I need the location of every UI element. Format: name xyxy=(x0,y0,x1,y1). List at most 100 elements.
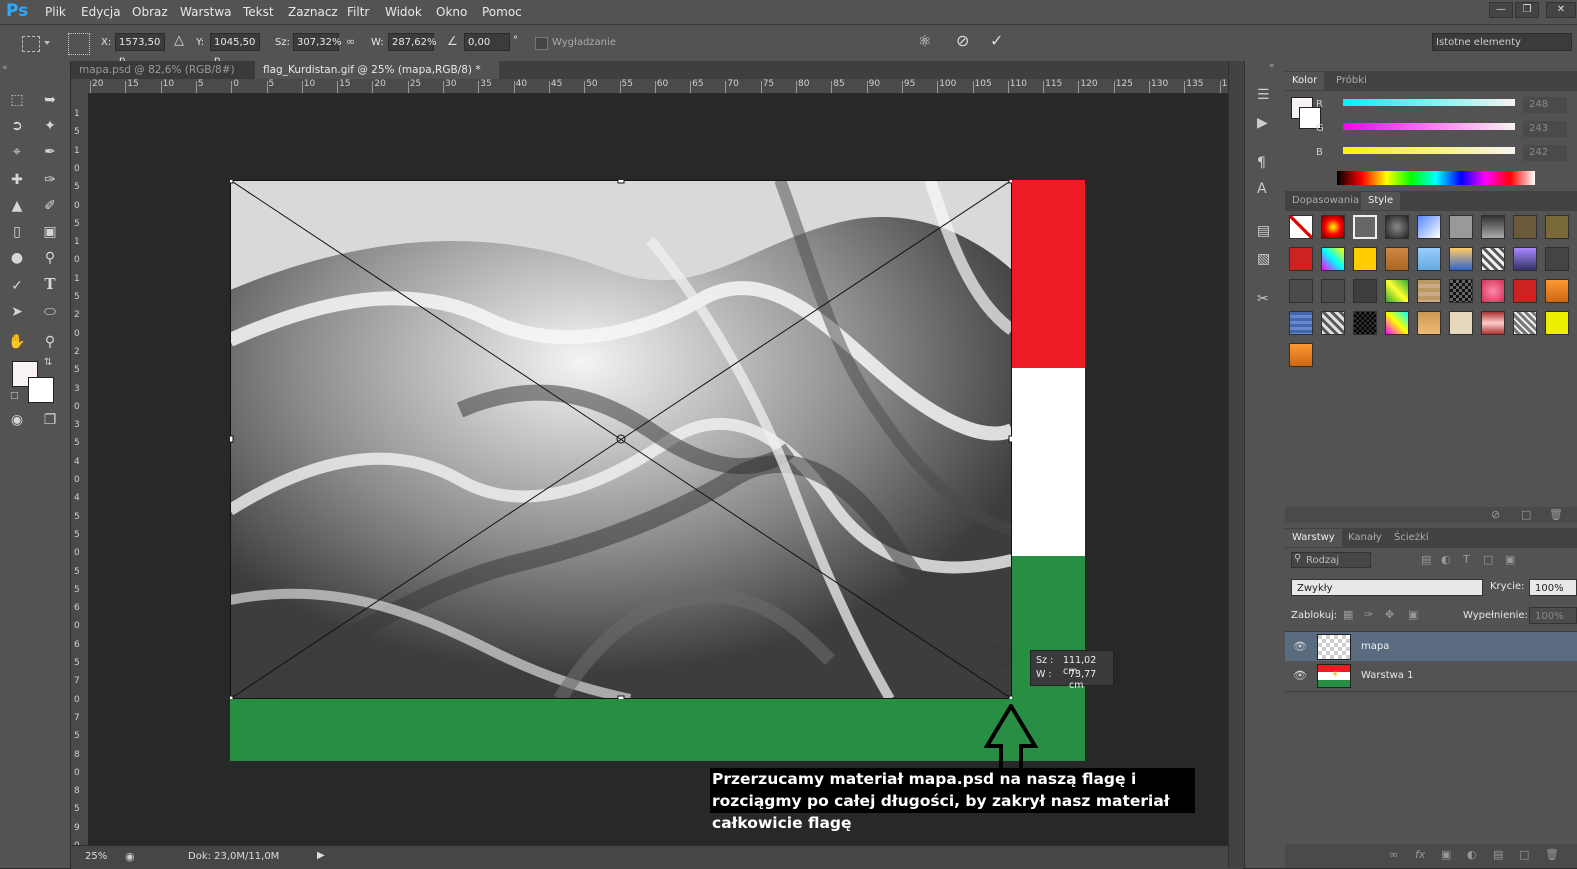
r-slider[interactable] xyxy=(1343,99,1515,106)
layer-kind-filter[interactable]: Rodzaj xyxy=(1291,552,1371,568)
cancel-transform-icon[interactable]: ⊘ xyxy=(956,31,969,50)
style-preset-swatch[interactable] xyxy=(1417,215,1441,239)
new-style-icon[interactable]: □ xyxy=(1521,508,1531,521)
adjustment-layer-icon[interactable]: ◐ xyxy=(1467,848,1477,861)
style-preset-swatch[interactable] xyxy=(1289,279,1313,303)
zoom-tool-icon[interactable]: ⚲ xyxy=(39,331,61,353)
transform-tool-icon[interactable] xyxy=(22,36,40,52)
notes-icon[interactable]: ▧ xyxy=(1257,251,1270,267)
style-preset-swatch[interactable] xyxy=(1321,279,1345,303)
type-tool-icon[interactable]: T xyxy=(39,275,61,297)
y-field[interactable]: 1045,50 p xyxy=(210,33,260,66)
tab-dopasowania[interactable]: Dopasowania xyxy=(1285,192,1366,210)
zoom-level[interactable]: 25% xyxy=(85,851,107,862)
actions-play-icon[interactable]: ▶ xyxy=(1257,115,1268,131)
restore-icon[interactable]: ❐ xyxy=(1515,2,1539,18)
pen-tool-icon[interactable]: ✓ xyxy=(6,275,28,297)
style-preset-swatch[interactable] xyxy=(1513,247,1537,271)
share-icon[interactable]: ◉ xyxy=(125,850,135,863)
menu-tekst[interactable]: Tekst xyxy=(243,5,274,19)
crop-tool-icon[interactable]: ⌖ xyxy=(6,141,28,163)
lock-all-icon[interactable]: ▣ xyxy=(1408,608,1418,621)
eyedropper-icon[interactable]: ✒ xyxy=(39,141,61,163)
blend-mode-select[interactable]: Zwykły xyxy=(1291,579,1483,596)
tab-mapa[interactable]: mapa.psd @ 82,6% (RGB/8#) × xyxy=(71,61,255,94)
style-preset-swatch[interactable] xyxy=(1417,247,1441,271)
healing-brush-icon[interactable]: ✚ xyxy=(6,169,28,191)
g-value[interactable]: 243 xyxy=(1523,121,1567,137)
style-preset-swatch[interactable] xyxy=(1545,247,1569,271)
quick-mask-icon[interactable]: ◉ xyxy=(6,409,28,431)
status-menu-arrow-icon[interactable]: ▶ xyxy=(317,850,325,861)
tab-probki[interactable]: Próbki xyxy=(1329,72,1374,90)
g-slider[interactable] xyxy=(1343,123,1515,130)
workspace-select[interactable]: Istotne elementy xyxy=(1432,33,1572,51)
fabric-layer-image[interactable] xyxy=(230,180,1012,699)
tab-kanaly[interactable]: Kanały xyxy=(1341,529,1389,547)
chevron-down-icon[interactable] xyxy=(44,41,50,45)
style-preset-swatch[interactable] xyxy=(1449,279,1473,303)
b-value[interactable]: 242 xyxy=(1523,145,1567,161)
collapse-icon[interactable]: « xyxy=(2,63,8,73)
menu-okno[interactable]: Okno xyxy=(436,5,467,19)
clear-style-icon[interactable]: ⊘ xyxy=(1491,508,1500,521)
style-preset-swatch[interactable] xyxy=(1353,215,1377,239)
menu-pomoc[interactable]: Pomoc xyxy=(482,5,522,19)
antialias-checkbox[interactable] xyxy=(535,37,548,50)
new-layer-icon[interactable]: □ xyxy=(1519,848,1529,861)
fill-field[interactable]: 100% xyxy=(1529,607,1577,624)
menu-zaznacz[interactable]: Zaznacz xyxy=(288,5,338,19)
document-canvas[interactable] xyxy=(230,180,1085,761)
menu-plik[interactable]: Plik xyxy=(45,5,66,19)
eraser-tool-icon[interactable]: ▯ xyxy=(6,221,28,243)
menu-warstwa[interactable]: Warstwa xyxy=(180,5,232,19)
history-brush-icon[interactable]: ✐ xyxy=(39,195,61,217)
style-preset-swatch[interactable] xyxy=(1353,311,1377,335)
paragraph-icon[interactable]: ¶ xyxy=(1257,155,1266,171)
opacity-field[interactable]: 100% xyxy=(1529,579,1577,596)
menu-filtr[interactable]: Filtr xyxy=(347,5,369,19)
r-value[interactable]: 248 xyxy=(1523,97,1567,113)
tools-presets-icon[interactable]: ✂ xyxy=(1257,291,1269,307)
style-preset-swatch[interactable] xyxy=(1481,215,1505,239)
add-mask-icon[interactable]: ▣ xyxy=(1441,848,1451,861)
path-selection-icon[interactable]: ➤ xyxy=(6,301,28,323)
marquee-tool-icon[interactable]: ⬚ xyxy=(6,89,28,111)
style-preset-swatch[interactable] xyxy=(1449,311,1473,335)
style-preset-swatch[interactable] xyxy=(1513,311,1537,335)
dodge-tool-icon[interactable]: ⚲ xyxy=(39,247,61,269)
style-preset-swatch[interactable] xyxy=(1449,247,1473,271)
style-preset-swatch[interactable] xyxy=(1417,311,1441,335)
tab-style[interactable]: Style xyxy=(1361,192,1401,210)
delta-icon[interactable]: △ xyxy=(174,33,184,48)
reference-point-icon[interactable] xyxy=(68,33,90,55)
link-layers-icon[interactable]: ∞ xyxy=(1389,848,1398,861)
style-preset-swatch[interactable] xyxy=(1321,247,1345,271)
canvas-area[interactable]: Sz : 111,02 cm W : 73,77 cm Przerzucamy … xyxy=(88,94,1228,845)
tab-flag-kurdistan[interactable]: flag_Kurdistan.gif @ 25% (mapa,RGB/8) * … xyxy=(255,61,499,94)
filter-pixel-icon[interactable]: ▤ xyxy=(1421,553,1431,566)
style-preset-swatch[interactable] xyxy=(1321,311,1345,335)
eye-icon[interactable]: 👁 xyxy=(1293,669,1307,683)
style-preset-swatch[interactable] xyxy=(1353,247,1377,271)
style-preset-swatch[interactable] xyxy=(1513,279,1537,303)
style-preset-swatch[interactable] xyxy=(1321,215,1345,239)
style-preset-swatch[interactable] xyxy=(1481,247,1505,271)
style-preset-swatch[interactable] xyxy=(1289,311,1313,335)
style-preset-swatch[interactable] xyxy=(1385,311,1409,335)
brush-tool-icon[interactable]: ✑ xyxy=(39,169,61,191)
menu-widok[interactable]: Widok xyxy=(385,5,422,19)
b-slider[interactable] xyxy=(1343,147,1515,154)
background-color-swatch[interactable] xyxy=(28,377,54,403)
screen-mode-icon[interactable]: ❐ xyxy=(39,409,61,431)
style-preset-swatch[interactable] xyxy=(1545,215,1569,239)
color-spectrum-ramp[interactable] xyxy=(1337,171,1535,185)
x-field[interactable]: 1573,50 p xyxy=(115,33,165,66)
style-preset-swatch[interactable] xyxy=(1289,215,1313,239)
swap-colors-icon[interactable]: ⇅ xyxy=(44,357,52,368)
ellipse-tool-icon[interactable]: ⬭ xyxy=(39,301,61,323)
menu-edycja[interactable]: Edycja xyxy=(81,5,121,19)
filter-smart-object-icon[interactable]: ▣ xyxy=(1505,553,1515,566)
default-colors-icon[interactable]: □ xyxy=(10,391,19,401)
style-preset-swatch[interactable] xyxy=(1289,247,1313,271)
